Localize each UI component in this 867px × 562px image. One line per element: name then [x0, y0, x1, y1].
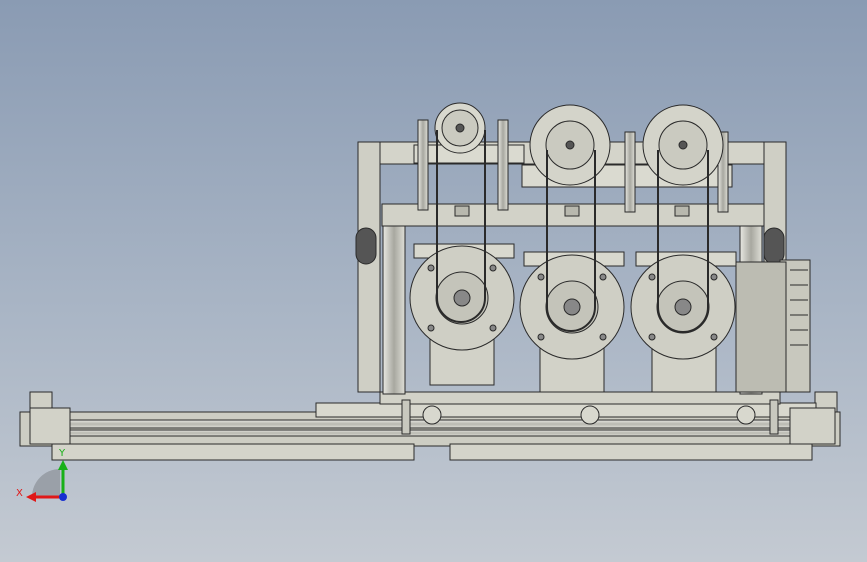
y-axis-label: Y — [58, 448, 66, 459]
gearbox-1 — [409, 243, 515, 386]
x-axis-label: X — [16, 488, 23, 499]
gearbox-2 — [519, 251, 625, 393]
cad-viewport[interactable]: Y X — [0, 0, 867, 562]
top-pulley-1 — [434, 102, 486, 154]
coordinate-triad — [26, 460, 68, 502]
cad-model-drawing: Y X — [16, 102, 841, 502]
top-pulley-3 — [642, 104, 724, 186]
drive-motor — [735, 259, 811, 393]
gearbox-3 — [630, 251, 737, 393]
top-pulley-2 — [529, 104, 611, 186]
